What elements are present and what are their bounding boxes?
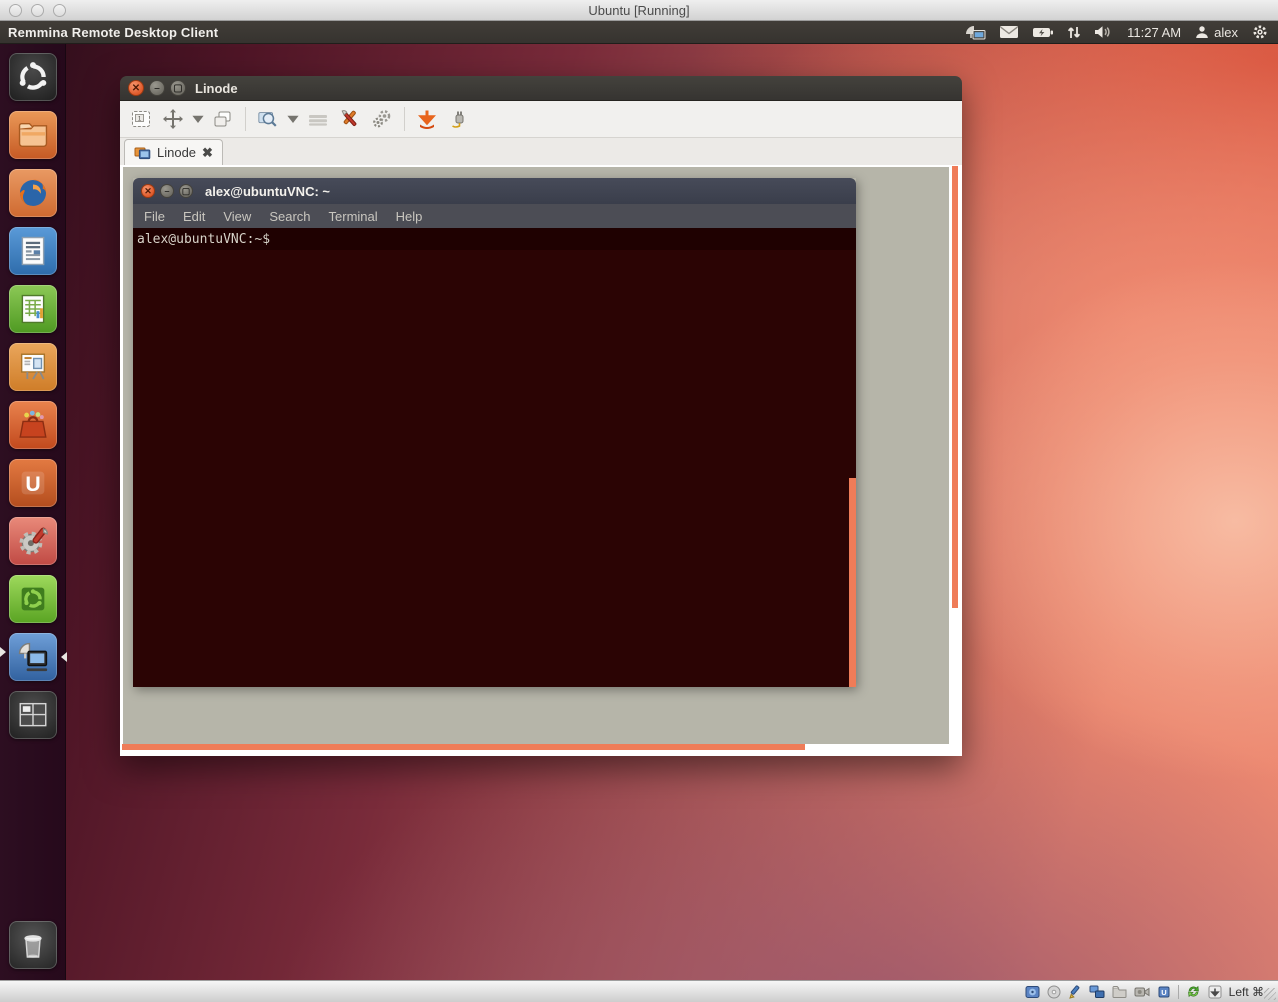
remmina-window-title: Linode xyxy=(195,81,238,96)
launcher-item-trash[interactable] xyxy=(9,921,57,969)
launcher-item-software-updater[interactable] xyxy=(9,575,57,623)
remmina-viewport: ✕ – ▢ alex@ubuntuVNC: ~ File Edit View Sear… xyxy=(120,165,962,756)
fit-window-button[interactable] xyxy=(158,105,188,133)
window-maximize-button[interactable]: ▢ xyxy=(170,80,186,96)
launcher-item-dash[interactable] xyxy=(9,53,57,101)
remote-wallpaper-artifact-terminal-edge xyxy=(849,478,856,687)
remote-terminal-window: ✕ – ▢ alex@ubuntuVNC: ~ File Edit View Sear… xyxy=(133,178,856,687)
vm-window-title: Ubuntu [Running] xyxy=(0,3,1278,18)
tools-button[interactable] xyxy=(335,105,365,133)
mac-zoom-button[interactable] xyxy=(53,4,66,17)
statusbar-separator xyxy=(1178,985,1179,999)
keyboard-capture-icon[interactable] xyxy=(1208,985,1222,999)
mac-close-button[interactable] xyxy=(9,4,22,17)
hdd-icon[interactable] xyxy=(1025,985,1040,999)
scaled-mode-dropdown-button[interactable] xyxy=(285,105,301,133)
video-capture-icon[interactable] xyxy=(1134,986,1150,998)
remote-wallpaper-artifact-bottom xyxy=(122,744,805,750)
terminal-menu-terminal[interactable]: Terminal xyxy=(329,209,378,224)
running-indicator-icon xyxy=(0,647,11,657)
desktop-wallpaper: Remmina Remote Desktop Client 11:27 AM a… xyxy=(0,21,1278,980)
unity-launcher: U xyxy=(0,44,66,980)
terminal-minimize-button[interactable]: – xyxy=(160,184,174,198)
user-menu-label: alex xyxy=(1214,25,1238,40)
terminal-menu-edit[interactable]: Edit xyxy=(183,209,205,224)
terminal-body[interactable]: alex@ubuntuVNC:~$ xyxy=(133,228,856,687)
user-icon xyxy=(1195,23,1209,41)
user-menu[interactable]: alex xyxy=(1195,23,1238,41)
iconify-button[interactable] xyxy=(412,105,442,133)
mouse-integration-icon[interactable] xyxy=(1186,984,1201,999)
pen-icon[interactable] xyxy=(1068,985,1082,999)
terminal-maximize-button[interactable]: ▢ xyxy=(179,184,193,198)
remote-wallpaper-artifact-right xyxy=(952,166,958,608)
remote-connection-tab-icon xyxy=(134,145,151,160)
tab-linode[interactable]: Linode ✖ xyxy=(124,139,223,165)
launcher-item-libreoffice-writer[interactable] xyxy=(9,227,57,275)
shared-folder-icon[interactable] xyxy=(1112,985,1127,998)
tab-label: Linode xyxy=(157,145,196,160)
usb-chip-icon[interactable]: U xyxy=(1157,985,1171,999)
terminal-titlebar: ✕ – ▢ alex@ubuntuVNC: ~ xyxy=(133,178,856,204)
launcher-item-workspace-switcher[interactable] xyxy=(9,691,57,739)
mac-minimize-button[interactable] xyxy=(31,4,44,17)
session-gear-icon[interactable] xyxy=(1252,23,1268,41)
terminal-title: alex@ubuntuVNC: ~ xyxy=(205,184,330,199)
network-icon[interactable] xyxy=(1089,985,1105,999)
svg-text:U: U xyxy=(1161,988,1166,997)
unity-top-panel: Remmina Remote Desktop Client 11:27 AM a… xyxy=(0,21,1278,44)
sync-indicator-icon[interactable] xyxy=(1067,23,1081,41)
tab-close-icon[interactable]: ✖ xyxy=(202,146,213,159)
launcher-item-firefox[interactable] xyxy=(9,169,57,217)
resize-grip[interactable] xyxy=(1264,988,1276,1000)
mac-titlebar: Ubuntu [Running] xyxy=(0,0,1278,21)
focused-indicator-icon xyxy=(56,652,67,662)
remmina-tabbar: Linode ✖ xyxy=(120,138,962,165)
terminal-close-button[interactable]: ✕ xyxy=(141,184,155,198)
remote-connection-indicator-icon[interactable] xyxy=(964,23,986,41)
remmina-window: ✕ – ▢ Linode 1 Linode ✖ xyxy=(120,76,962,756)
remmina-titlebar: ✕ – ▢ Linode xyxy=(120,76,962,101)
disconnect-button[interactable] xyxy=(444,105,474,133)
launcher-item-system-settings[interactable] xyxy=(9,517,57,565)
launcher-item-remmina[interactable] xyxy=(9,633,57,681)
vbox-statusbar: U Left ⌘ xyxy=(0,980,1278,1002)
launcher-item-software-center[interactable] xyxy=(9,401,57,449)
duplicate-connection-button[interactable] xyxy=(208,105,238,133)
toggle-scaled-mode-button[interactable] xyxy=(253,105,283,133)
preferences-button[interactable] xyxy=(367,105,397,133)
toggle-fullscreen-button[interactable]: 1 xyxy=(126,105,156,133)
launcher-item-libreoffice-calc[interactable] xyxy=(9,285,57,333)
toolbar-separator xyxy=(245,107,246,131)
window-close-button[interactable]: ✕ xyxy=(128,80,144,96)
svg-text:1: 1 xyxy=(138,116,142,123)
battery-indicator-icon[interactable] xyxy=(1032,23,1054,41)
svg-text:U: U xyxy=(25,472,40,496)
terminal-menu-file[interactable]: File xyxy=(144,209,165,224)
launcher-item-files[interactable] xyxy=(9,111,57,159)
terminal-menubar: File Edit View Search Terminal Help xyxy=(133,204,856,228)
volume-indicator-icon[interactable] xyxy=(1094,23,1113,41)
terminal-menu-help[interactable]: Help xyxy=(396,209,423,224)
launcher-item-libreoffice-impress[interactable] xyxy=(9,343,57,391)
mail-indicator-icon[interactable] xyxy=(999,23,1019,41)
grab-keyboard-button[interactable] xyxy=(303,105,333,133)
virtualbox-vm-window: Ubuntu [Running] Remmina Remote Desktop … xyxy=(0,0,1278,1002)
shell-prompt: alex@ubuntuVNC:~$ xyxy=(133,228,856,250)
launcher-item-ubuntu-one[interactable]: U xyxy=(9,459,57,507)
fit-window-dropdown-button[interactable] xyxy=(190,105,206,133)
toolbar-separator xyxy=(404,107,405,131)
window-minimize-button[interactable]: – xyxy=(149,80,165,96)
cd-icon[interactable] xyxy=(1047,985,1061,999)
panel-app-title: Remmina Remote Desktop Client xyxy=(8,25,218,40)
terminal-menu-view[interactable]: View xyxy=(223,209,251,224)
remmina-toolbar: 1 xyxy=(120,101,962,138)
host-key-label: Left ⌘ xyxy=(1229,985,1264,999)
clock-indicator[interactable]: 11:27 AM xyxy=(1127,25,1181,40)
terminal-menu-search[interactable]: Search xyxy=(269,209,310,224)
